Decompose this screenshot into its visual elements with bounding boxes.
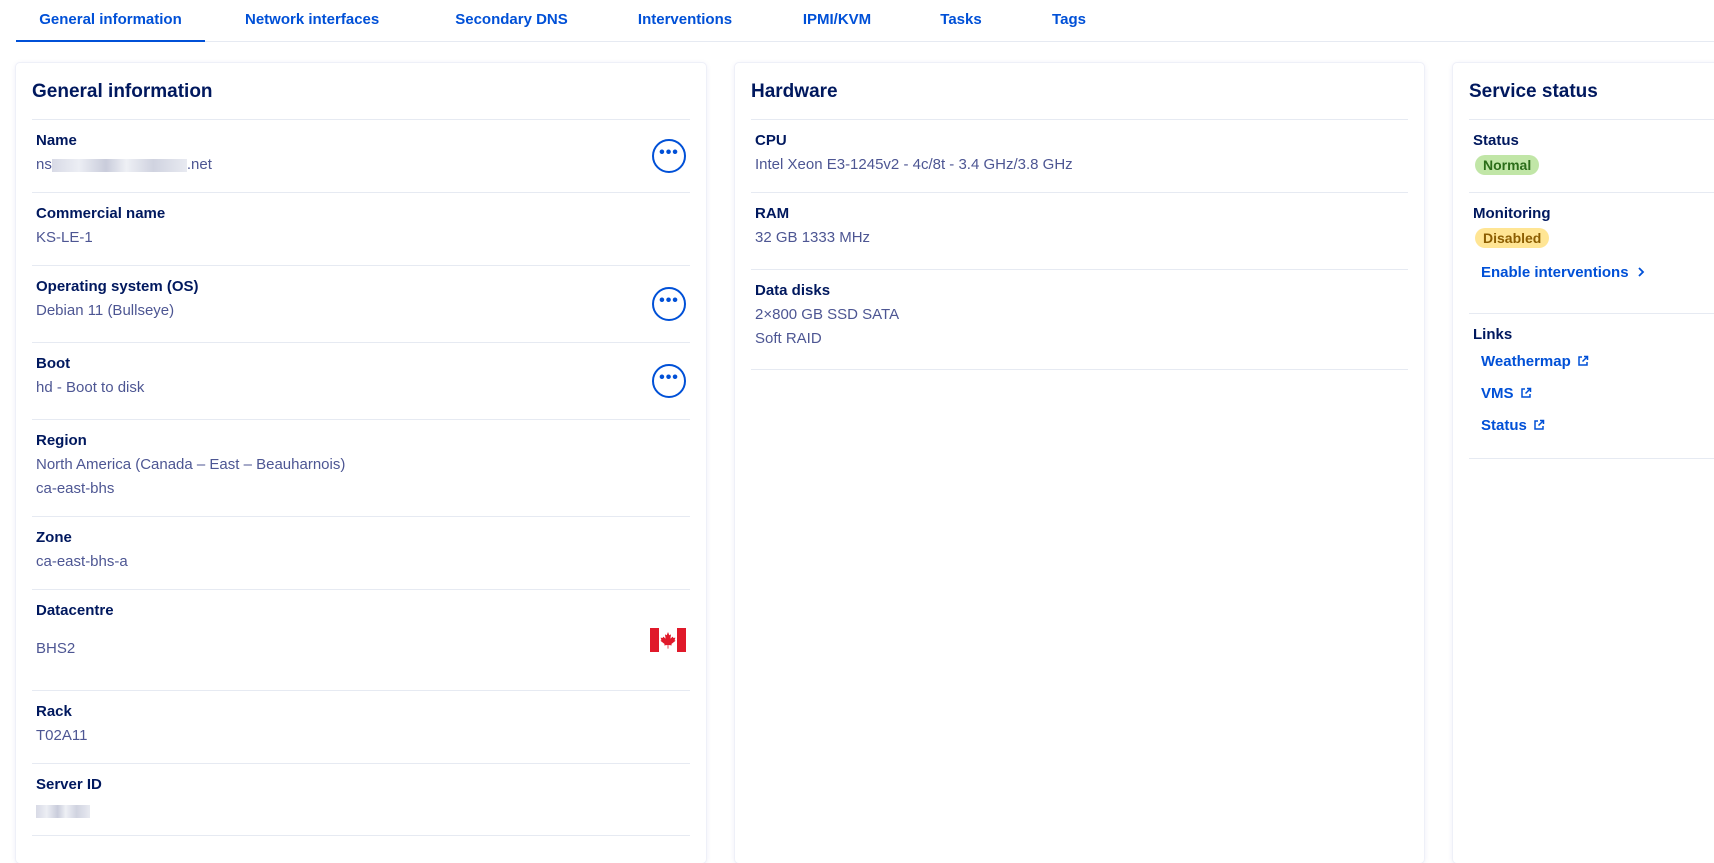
boot-row: Boot hd - Boot to disk ••• [32,342,690,419]
general-information-title: General information [32,81,213,102]
more-icon: ••• [659,369,679,386]
hardware-card: Hardware CPU Intel Xeon E3-1245v2 - 4c/8… [735,63,1424,863]
enable-interventions-label: Enable interventions [1481,264,1629,281]
status-row: Status Normal [1469,119,1714,192]
rack-label: Rack [36,703,72,720]
external-link-icon [1534,419,1545,430]
status-link-label: Status [1481,417,1527,434]
service-status-list: Status Normal Monitoring Disabled Enable… [1469,119,1714,459]
region-value: North America (Canada – East – Beauharno… [36,456,346,473]
status-link[interactable]: Status [1481,417,1545,434]
name-suffix: .net [186,156,212,173]
zone-row: Zone ca-east-bhs-a [32,516,690,589]
links-row: Links Weathermap VMS Status [1469,313,1714,459]
commercial-name-label: Commercial name [36,205,166,222]
rack-row: Rack T02A11 [32,690,690,763]
monitoring-badge: Disabled [1475,228,1550,248]
boot-label: Boot [36,355,71,372]
region-label: Region [36,432,87,449]
os-row: Operating system (OS) Debian 11 (Bullsey… [32,265,690,342]
ram-row: RAM 32 GB 1333 MHz [751,192,1408,269]
boot-value: hd - Boot to disk [36,379,145,396]
server-id-label: Server ID [36,776,102,793]
rack-value: T02A11 [36,727,88,744]
os-label: Operating system (OS) [36,278,199,295]
service-status-title: Service status [1469,81,1598,102]
name-label: Name [36,132,77,149]
region-row: Region North America (Canada – East – Be… [32,419,690,516]
external-link-icon [1520,387,1531,398]
chevron-right-icon [1637,267,1644,277]
commercial-name-value: KS-LE-1 [36,229,93,246]
monitoring-row: Monitoring Disabled Enable interventions [1469,192,1714,313]
tab-secondary-dns[interactable]: Secondary DNS [455,0,568,42]
links-label: Links [1473,326,1513,343]
tab-ipmi-kvm[interactable]: IPMI/KVM [801,0,873,42]
region-code: ca-east-bhs [36,480,115,497]
weathermap-label: Weathermap [1481,353,1571,370]
name-row: Name ns .net ••• [32,119,690,192]
zone-value: ca-east-bhs-a [36,553,128,570]
os-actions-button[interactable]: ••• [652,287,686,321]
tab-tasks[interactable]: Tasks [938,0,984,42]
datacentre-row: Datacentre BHS2 [32,589,690,690]
cpu-row: CPU Intel Xeon E3-1245v2 - 4c/8t - 3.4 G… [751,119,1408,192]
canada-flag-icon [650,628,686,652]
tab-network-interfaces[interactable]: Network interfaces [245,0,379,42]
ram-value: 32 GB 1333 MHz [755,229,871,246]
general-information-list: Name ns .net ••• Commercial name KS-LE-1 … [32,119,690,836]
general-information-card: General information Name ns .net ••• Comm… [16,63,706,863]
hardware-title: Hardware [751,81,838,102]
monitoring-label: Monitoring [1473,205,1551,222]
vms-link[interactable]: VMS [1481,385,1532,402]
cpu-value: Intel Xeon E3-1245v2 - 4c/8t - 3.4 GHz/3… [755,156,1073,173]
tab-tags[interactable]: Tags [1049,0,1089,42]
ram-label: RAM [755,205,790,222]
server-id-row: Server ID [32,763,690,836]
datacentre-value: BHS2 [36,640,76,657]
weathermap-link[interactable]: Weathermap [1481,353,1589,370]
data-disks-raid: Soft RAID [755,330,822,347]
enable-interventions-link[interactable]: Enable interventions [1481,264,1647,281]
data-disks-row: Data disks 2×800 GB SSD SATA Soft RAID [751,269,1408,370]
zone-label: Zone [36,529,72,546]
data-disks-value: 2×800 GB SSD SATA [755,306,900,323]
name-prefix: ns [36,156,52,173]
os-value: Debian 11 (Bullseye) [36,302,175,319]
external-link-icon [1578,355,1589,366]
commercial-name-row: Commercial name KS-LE-1 [32,192,690,265]
tab-interventions[interactable]: Interventions [636,0,734,42]
redacted-hostname [51,158,187,172]
service-status-card: Service status Status Normal Monitoring … [1453,63,1714,863]
more-icon: ••• [659,292,679,309]
name-actions-button[interactable]: ••• [652,139,686,173]
tab-general-information[interactable]: General information [16,0,205,42]
name-value: ns .net [36,156,212,173]
status-label: Status [1473,132,1519,149]
cpu-label: CPU [755,132,787,149]
more-icon: ••• [659,144,679,161]
vms-label: VMS [1481,385,1514,402]
data-disks-label: Data disks [755,282,831,299]
boot-actions-button[interactable]: ••• [652,364,686,398]
redacted-server-id [36,804,90,818]
datacentre-label: Datacentre [36,602,114,619]
hardware-list: CPU Intel Xeon E3-1245v2 - 4c/8t - 3.4 G… [751,119,1408,370]
status-badge: Normal [1475,155,1540,175]
server-id-value [36,802,90,819]
tab-bar: General information Network interfaces S… [16,0,1714,42]
